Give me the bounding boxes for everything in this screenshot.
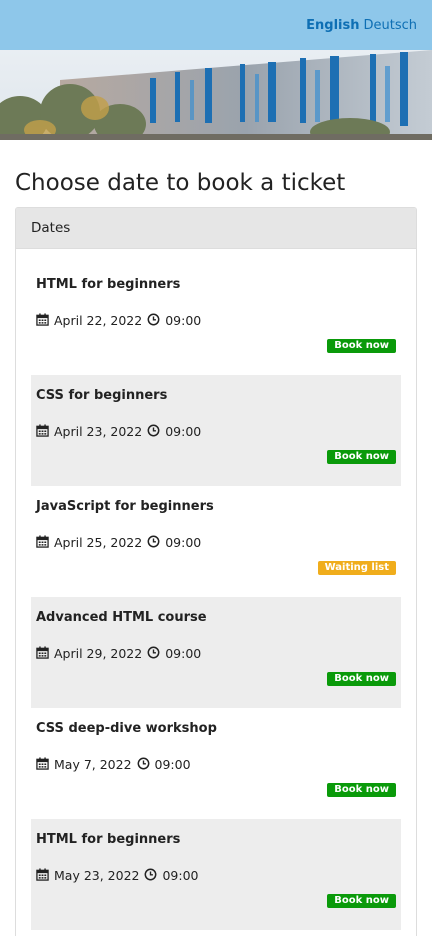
event-title: Advanced HTML course xyxy=(36,610,207,625)
clock-icon xyxy=(147,535,161,549)
page-title: Choose date to book a ticket xyxy=(15,170,346,196)
event-date: May 23, 2022 xyxy=(54,867,140,883)
clock-icon xyxy=(147,424,161,438)
calendar-icon xyxy=(36,757,50,771)
event-date: April 22, 2022 xyxy=(54,312,143,328)
waiting-list-button[interactable]: Waiting list xyxy=(317,561,396,575)
calendar-icon xyxy=(36,535,50,549)
clock-icon xyxy=(137,757,151,771)
clock-icon xyxy=(147,313,161,327)
book-button[interactable]: Book now xyxy=(327,894,396,908)
top-bar: English Deutsch xyxy=(0,0,432,50)
event-item[interactable]: CSS deep-dive workshop May 7, 2022 09:00… xyxy=(31,708,401,819)
event-list: HTML for beginners April 22, 2022 09:00 … xyxy=(16,249,416,930)
event-time: 09:00 xyxy=(162,867,199,883)
event-item[interactable]: HTML for beginners May 23, 2022 09:00 Bo… xyxy=(31,819,401,930)
book-button[interactable]: Book now xyxy=(327,672,396,686)
event-title: HTML for beginners xyxy=(36,277,181,292)
event-date: May 7, 2022 xyxy=(54,756,132,772)
panel-heading: Dates xyxy=(16,208,416,249)
event-time: 09:00 xyxy=(154,756,191,772)
event-time: 09:00 xyxy=(165,312,202,328)
dates-panel: Dates HTML for beginners April 22, 2022 … xyxy=(15,207,417,936)
event-meta: April 22, 2022 09:00 xyxy=(36,311,396,329)
event-date: April 29, 2022 xyxy=(54,645,143,661)
event-item[interactable]: JavaScript for beginners April 25, 2022 … xyxy=(31,486,401,597)
event-date: April 25, 2022 xyxy=(54,534,143,550)
calendar-icon xyxy=(36,868,50,882)
event-item[interactable]: Advanced HTML course April 29, 2022 09:0… xyxy=(31,597,401,708)
event-title: CSS deep-dive workshop xyxy=(36,721,217,736)
book-button[interactable]: Book now xyxy=(327,783,396,797)
event-item[interactable]: CSS for beginners April 23, 2022 09:00 B… xyxy=(31,375,401,486)
book-button[interactable]: Book now xyxy=(327,450,396,464)
calendar-icon xyxy=(36,313,50,327)
calendar-icon xyxy=(36,646,50,660)
event-time: 09:00 xyxy=(165,423,202,439)
event-title: CSS for beginners xyxy=(36,388,168,403)
event-meta: April 25, 2022 09:00 xyxy=(36,533,396,551)
clock-icon xyxy=(144,868,158,882)
clock-icon xyxy=(147,646,161,660)
event-title: JavaScript for beginners xyxy=(36,499,214,514)
event-meta: April 29, 2022 09:00 xyxy=(36,644,396,662)
event-item[interactable]: HTML for beginners April 22, 2022 09:00 … xyxy=(31,264,401,375)
panel-heading-label: Dates xyxy=(31,220,71,236)
event-time: 09:00 xyxy=(165,534,202,550)
event-date: April 23, 2022 xyxy=(54,423,143,439)
building-photo xyxy=(0,50,432,140)
book-button[interactable]: Book now xyxy=(327,339,396,353)
language-link-english[interactable]: English xyxy=(306,18,359,33)
event-meta: May 7, 2022 09:00 xyxy=(36,755,396,773)
hero-banner-image xyxy=(0,50,432,140)
event-title: HTML for beginners xyxy=(36,832,181,847)
language-link-deutsch[interactable]: Deutsch xyxy=(363,18,417,33)
event-meta: May 23, 2022 09:00 xyxy=(36,866,396,884)
event-meta: April 23, 2022 09:00 xyxy=(36,422,396,440)
calendar-icon xyxy=(36,424,50,438)
event-time: 09:00 xyxy=(165,645,202,661)
